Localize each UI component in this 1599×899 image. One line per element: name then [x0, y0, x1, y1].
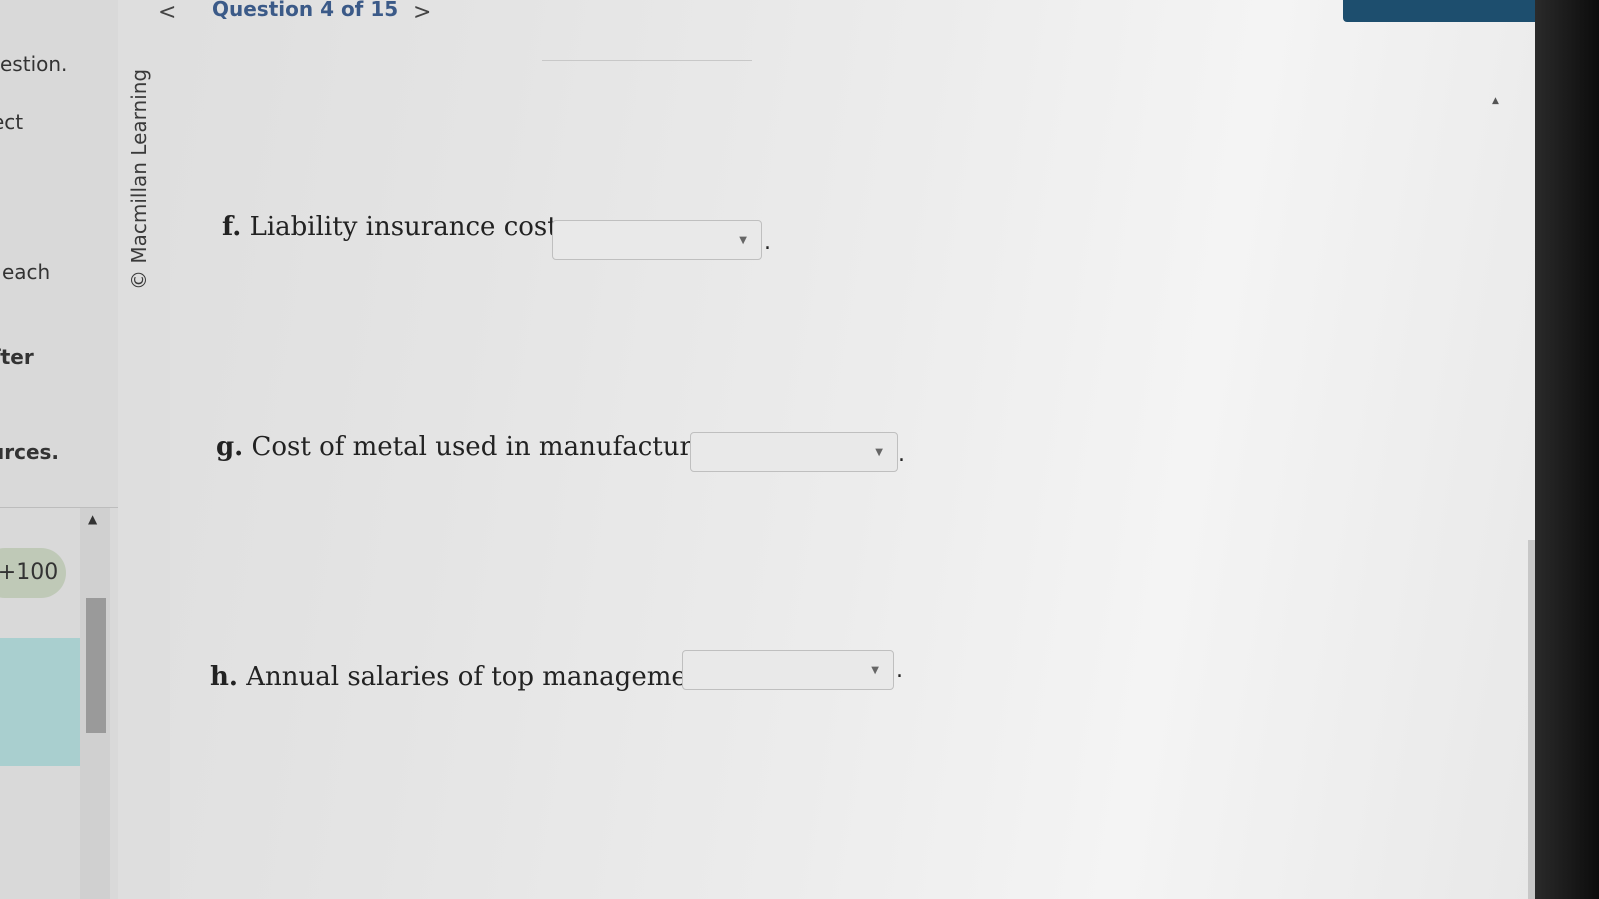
score-badge: +100 [0, 548, 66, 598]
next-question-icon[interactable]: > [413, 0, 431, 25]
left-sidebar: estion. ect each fter urces. +100 ▲ [0, 0, 118, 899]
sidebar-text-line: urces. [0, 440, 60, 464]
sidebar-text-line: fter [0, 345, 34, 369]
liability-insurance-dropdown[interactable]: ▼ [552, 220, 762, 260]
scroll-up-icon[interactable]: ▲ [88, 512, 97, 526]
question-f: f. Liability insurance costs: [222, 212, 580, 242]
period: . [898, 442, 905, 467]
cost-of-metal-dropdown[interactable]: ▼ [690, 432, 898, 472]
selected-item-highlight[interactable] [0, 638, 80, 766]
scroll-up-icon[interactable]: ▲ [1492, 96, 1499, 106]
sidebar-scrollbar[interactable]: ▲ [80, 508, 110, 899]
question-g: g. Cost of metal used in manufacturing: [216, 432, 742, 462]
submit-button[interactable] [1343, 0, 1540, 22]
chevron-down-icon: ▼ [871, 665, 879, 676]
period: . [896, 658, 903, 683]
question-counter: Question 4 of 15 [212, 0, 399, 21]
question-letter: g. [216, 432, 244, 462]
divider [542, 42, 752, 61]
sidebar-text-line: each [2, 260, 51, 284]
chevron-down-icon: ▼ [739, 235, 747, 246]
question-text: Liability insurance costs: [249, 212, 580, 242]
previous-question-icon[interactable]: < [158, 0, 176, 25]
chevron-down-icon: ▼ [875, 447, 883, 458]
sidebar-text-line: ect [0, 110, 24, 134]
question-letter: f. [222, 212, 242, 242]
question-text: Annual salaries of top management: [246, 662, 723, 692]
sidebar-text-line: estion. [0, 52, 68, 76]
top-management-salaries-dropdown[interactable]: ▼ [682, 650, 894, 690]
period: . [764, 230, 771, 255]
question-nav: < Question 4 of 15 > ↗ [158, 0, 1540, 38]
question-text: Cost of metal used in manufacturing: [251, 432, 743, 462]
screen: estion. ect each fter urces. +100 ▲ © Ma… [0, 0, 1540, 899]
monitor-bezel [1535, 0, 1599, 899]
question-letter: h. [210, 662, 238, 692]
question-h: h. Annual salaries of top management: [210, 662, 723, 692]
scrollbar-thumb[interactable] [86, 598, 106, 733]
copyright-brand: © Macmillan Learning [127, 68, 151, 290]
